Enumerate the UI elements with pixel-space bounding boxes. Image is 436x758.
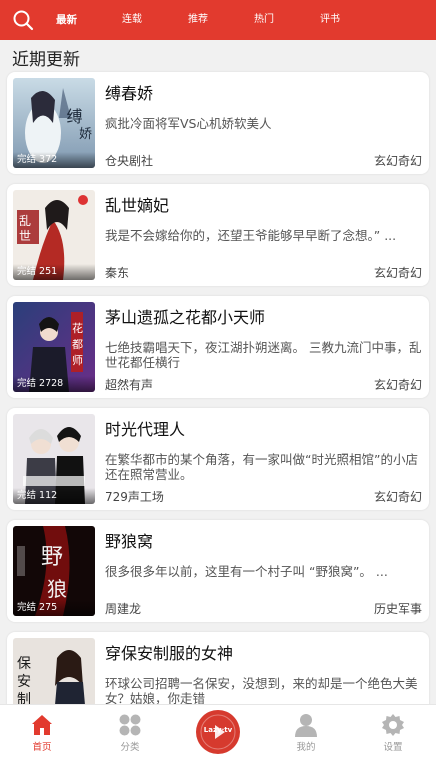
nav-label: 设置: [383, 742, 403, 753]
book-author: 超然有声: [105, 378, 154, 392]
tab-serial[interactable]: 连载: [122, 0, 188, 40]
nav-label: 分类: [120, 742, 140, 753]
svg-text:乱: 乱: [19, 214, 31, 228]
tab-latest[interactable]: 最新: [56, 0, 122, 40]
book-description: 疯批冷面将军VS心机娇软美人: [105, 116, 272, 131]
nav-home[interactable]: 首页: [12, 705, 72, 758]
svg-text:安: 安: [17, 674, 31, 690]
book-title[interactable]: 野狼窝: [105, 528, 153, 552]
nav-profile[interactable]: 我的: [276, 705, 336, 758]
svg-text:狼: 狼: [47, 577, 67, 601]
book-title[interactable]: 茅山遗孤之花都小天师: [105, 304, 265, 328]
section-title: 近期更新: [12, 50, 80, 70]
book-description: 很多很多年以前，这里有一个村子叫 “野狼窝”。 ...: [105, 564, 388, 579]
top-bar: 最新 连载 推荐 热门 评书: [0, 0, 436, 40]
status-badge: 完结 275: [13, 600, 95, 616]
book-title[interactable]: 乱世嫡妃: [105, 192, 169, 216]
app-logo-text: Lazy·tv: [203, 726, 233, 734]
svg-text:都: 都: [72, 338, 83, 351]
book-genre: 玄幻奇幻: [373, 378, 422, 392]
book-genre: 玄幻奇幻: [373, 154, 422, 168]
svg-text:世: 世: [19, 229, 31, 243]
book-card[interactable]: 花 都 师 完结 2728 茅山遗孤之花都小天师 七绝技霸唱天下，夜江湖扑朔迷离…: [7, 296, 429, 398]
book-author: 周建龙: [105, 602, 142, 616]
book-card[interactable]: 乱 世 完结 251 乱世嫡妃 我是不会嫁给你的，还望王爷能够早早断了念想。” …: [7, 184, 429, 286]
book-cover[interactable]: 缚 娇 完结 372: [13, 78, 95, 168]
book-cover[interactable]: 花 都 师 完结 2728: [13, 302, 95, 392]
tab-storytelling[interactable]: 评书: [320, 0, 386, 40]
nav-category[interactable]: 分类: [100, 705, 160, 758]
book-card[interactable]: 缚 娇 完结 372 缚春娇 疯批冷面将军VS心机娇软美人 仓央剧社 玄幻奇幻: [7, 72, 429, 174]
book-genre: 玄幻奇幻: [373, 490, 422, 504]
book-title[interactable]: 时光代理人: [105, 416, 185, 440]
tab-recommend[interactable]: 推荐: [188, 0, 254, 40]
nav-settings[interactable]: 设置: [363, 705, 423, 758]
grid-icon: [118, 713, 142, 737]
search-icon[interactable]: [12, 9, 34, 31]
svg-text:花: 花: [72, 322, 83, 335]
svg-text:娇: 娇: [79, 127, 92, 142]
svg-text:野: 野: [41, 545, 63, 570]
book-card[interactable]: 完结 112 时光代理人 在繁华都市的某个角落，有一家叫做“时光照相馆”的小店还…: [7, 408, 429, 510]
book-cover[interactable]: 野 狼 完结 275: [13, 526, 95, 616]
svg-text:保: 保: [17, 656, 31, 672]
nav-label: 我的: [296, 742, 316, 753]
book-genre: 历史军事: [373, 602, 422, 616]
book-title[interactable]: 穿保安制服的女神: [105, 640, 233, 664]
status-badge: 完结 112: [13, 488, 95, 504]
book-author: 仓央剧社: [105, 154, 154, 168]
book-description: 我是不会嫁给你的，还望王爷能够早早断了念想。” ...: [105, 228, 397, 243]
nav-label: 首页: [32, 742, 52, 753]
book-cover[interactable]: 乱 世 完结 251: [13, 190, 95, 280]
status-badge: 完结 251: [13, 264, 95, 280]
gear-icon: [381, 713, 405, 737]
tab-hot[interactable]: 热门: [254, 0, 320, 40]
book-genre: 玄幻奇幻: [373, 266, 422, 280]
status-badge: 完结 2728: [13, 376, 95, 392]
book-card[interactable]: 野 狼 完结 275 野狼窝 很多很多年以前，这里有一个村子叫 “野狼窝”。 .…: [7, 520, 429, 622]
book-description: 七绝技霸唱天下，夜江湖扑朔迷离。 三教九流门中事，乱世花都任横行: [105, 340, 422, 370]
book-author: 秦东: [105, 266, 130, 280]
book-author: 729声工场: [105, 490, 164, 504]
svg-text:师: 师: [72, 354, 83, 367]
home-icon: [30, 713, 54, 737]
category-tabs: 最新 连载 推荐 热门 评书: [56, 0, 386, 40]
book-title[interactable]: 缚春娇: [105, 80, 153, 104]
book-description: 在繁华都市的某个角落，有一家叫做“时光照相馆”的小店还在照常营业。: [105, 452, 418, 482]
svg-text:缚: 缚: [64, 108, 83, 124]
book-list: 缚 娇 完结 372 缚春娇 疯批冷面将军VS心机娇软美人 仓央剧社 玄幻奇幻 …: [7, 72, 429, 744]
status-badge: 完结 372: [13, 152, 95, 168]
book-cover[interactable]: 完结 112: [13, 414, 95, 504]
user-icon: [294, 713, 318, 737]
play-button[interactable]: Lazy·tv: [196, 710, 240, 754]
